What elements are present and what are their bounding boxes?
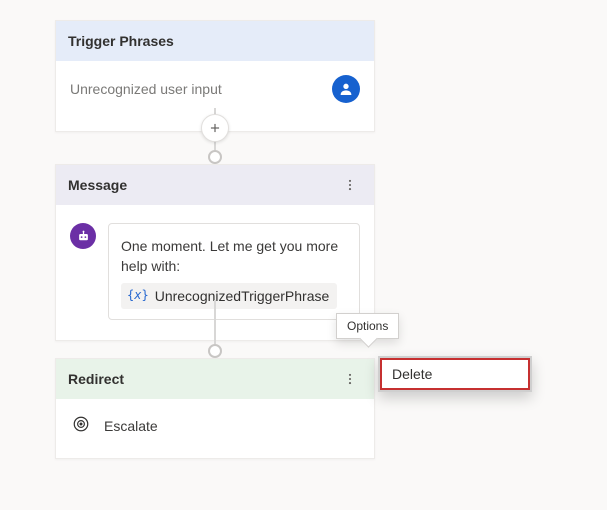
message-options-button[interactable]: [338, 173, 362, 197]
redirect-node[interactable]: Redirect Escalate: [55, 358, 375, 459]
node-port: [208, 150, 222, 164]
redirect-title: Redirect: [68, 371, 124, 387]
variable-brace-icon: {x}: [127, 287, 149, 304]
trigger-phrases-title: Trigger Phrases: [68, 33, 174, 49]
user-icon: [332, 75, 360, 103]
redirect-options-button[interactable]: [338, 367, 362, 391]
authoring-canvas: Trigger Phrases Unrecognized user input …: [0, 0, 607, 510]
delete-label: Delete: [392, 366, 432, 382]
options-tooltip: Options: [336, 313, 399, 339]
trigger-phrases-header: Trigger Phrases: [56, 21, 374, 61]
redirect-target: Escalate: [104, 418, 158, 434]
variable-chip[interactable]: {x} UnrecognizedTriggerPhrase: [121, 283, 337, 309]
message-text: One moment. Let me get you more help wit…: [121, 236, 347, 277]
trigger-phrase-text: Unrecognized user input: [70, 81, 222, 97]
tooltip-text: Options: [347, 319, 388, 333]
add-node-button[interactable]: [201, 114, 229, 142]
escalate-icon: [72, 415, 90, 436]
node-port: [208, 344, 222, 358]
bot-icon: [70, 223, 96, 249]
delete-menu-item[interactable]: Delete: [380, 358, 530, 390]
context-menu: Delete: [378, 356, 532, 392]
redirect-body: Escalate: [56, 399, 374, 458]
variable-name: UnrecognizedTriggerPhrase: [155, 286, 330, 306]
message-bubble[interactable]: One moment. Let me get you more help wit…: [108, 223, 360, 320]
message-header: Message: [56, 165, 374, 205]
redirect-header: Redirect: [56, 359, 374, 399]
message-title: Message: [68, 177, 127, 193]
